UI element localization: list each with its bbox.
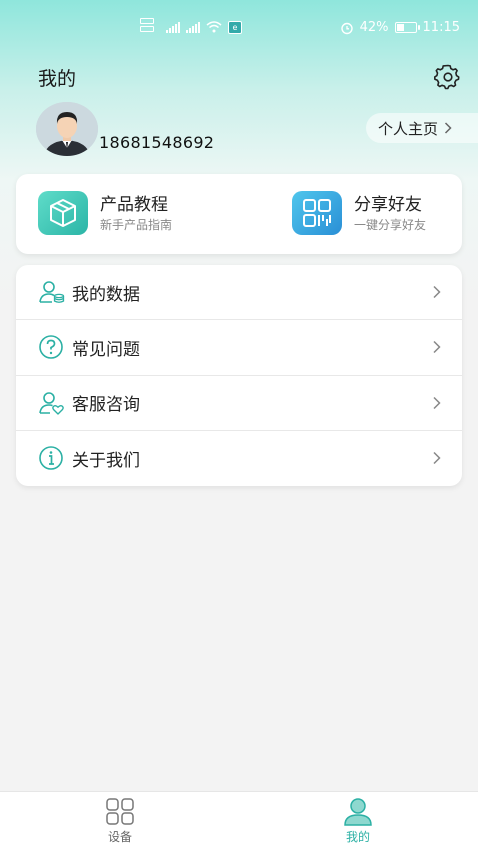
wifi-icon: [206, 21, 222, 33]
share-friends-button[interactable]: 分享好友 一键分享好友: [292, 191, 426, 235]
chevron-right-icon: [433, 396, 441, 409]
personal-homepage-label: 个人主页: [378, 119, 439, 138]
chevron-right-icon: [433, 341, 441, 354]
customer-service-icon: [38, 390, 66, 416]
menu-item-about-us[interactable]: 关于我们: [16, 431, 462, 486]
sim-icon: [140, 18, 160, 36]
nav-tab-devices[interactable]: 设备: [90, 798, 150, 845]
info-icon: [38, 445, 66, 471]
feature-subtitle: 新手产品指南: [100, 217, 173, 232]
chevron-right-icon: [433, 286, 441, 299]
feature-subtitle: 一键分享好友: [354, 217, 427, 232]
user-data-icon: [38, 279, 66, 305]
status-bar: e 42% 11:15: [0, 0, 478, 56]
menu-item-my-data[interactable]: 我的数据: [16, 265, 462, 321]
grid-icon: [104, 798, 136, 826]
feature-title: 产品教程: [100, 194, 168, 215]
menu-item-label: 常见问题: [72, 339, 140, 360]
status-right: 42% 11:15: [340, 20, 460, 35]
avatar[interactable]: [36, 102, 98, 156]
battery-fill: [396, 24, 404, 31]
personal-homepage-button[interactable]: 个人主页: [366, 113, 478, 143]
status-left: e: [140, 18, 242, 36]
alarm-icon: [340, 22, 353, 34]
menu-item-faq[interactable]: 常见问题: [16, 320, 462, 376]
person-icon: [342, 798, 374, 826]
signal-icon: [166, 21, 180, 33]
menu-item-label: 我的数据: [72, 284, 140, 305]
feature-card: 产品教程 新手产品指南 分享好友 一键分享好友: [16, 174, 462, 254]
qr-code-icon: [292, 191, 342, 235]
signal-icon-2: [186, 21, 200, 33]
box-icon: [38, 191, 88, 235]
bottom-nav: 设备 我的: [0, 791, 478, 850]
menu-item-label: 关于我们: [72, 450, 140, 471]
menu-item-customer-service[interactable]: 客服咨询: [16, 376, 462, 431]
chevron-right-icon: [444, 122, 452, 134]
product-tutorial-button[interactable]: 产品教程 新手产品指南: [38, 191, 172, 235]
clock: 11:15: [422, 20, 460, 35]
battery-icon: [394, 22, 420, 33]
nav-label: 我的: [345, 830, 370, 844]
nav-label: 设备: [107, 830, 132, 844]
page-title: 我的: [38, 68, 77, 90]
nav-tab-mine[interactable]: 我的: [328, 798, 388, 845]
menu-item-label: 客服咨询: [72, 395, 140, 416]
chevron-right-icon: [433, 452, 441, 465]
feature-title: 分享好友: [354, 194, 422, 215]
phone-number: 18681548692: [99, 133, 215, 152]
menu-card: 我的数据 常见问题 客服咨询 关于我们: [16, 265, 462, 486]
question-icon: [38, 334, 66, 360]
battery-percent: 42%: [359, 20, 389, 35]
hd-badge-icon: e: [228, 20, 242, 34]
settings-gear-icon[interactable]: [433, 62, 462, 90]
